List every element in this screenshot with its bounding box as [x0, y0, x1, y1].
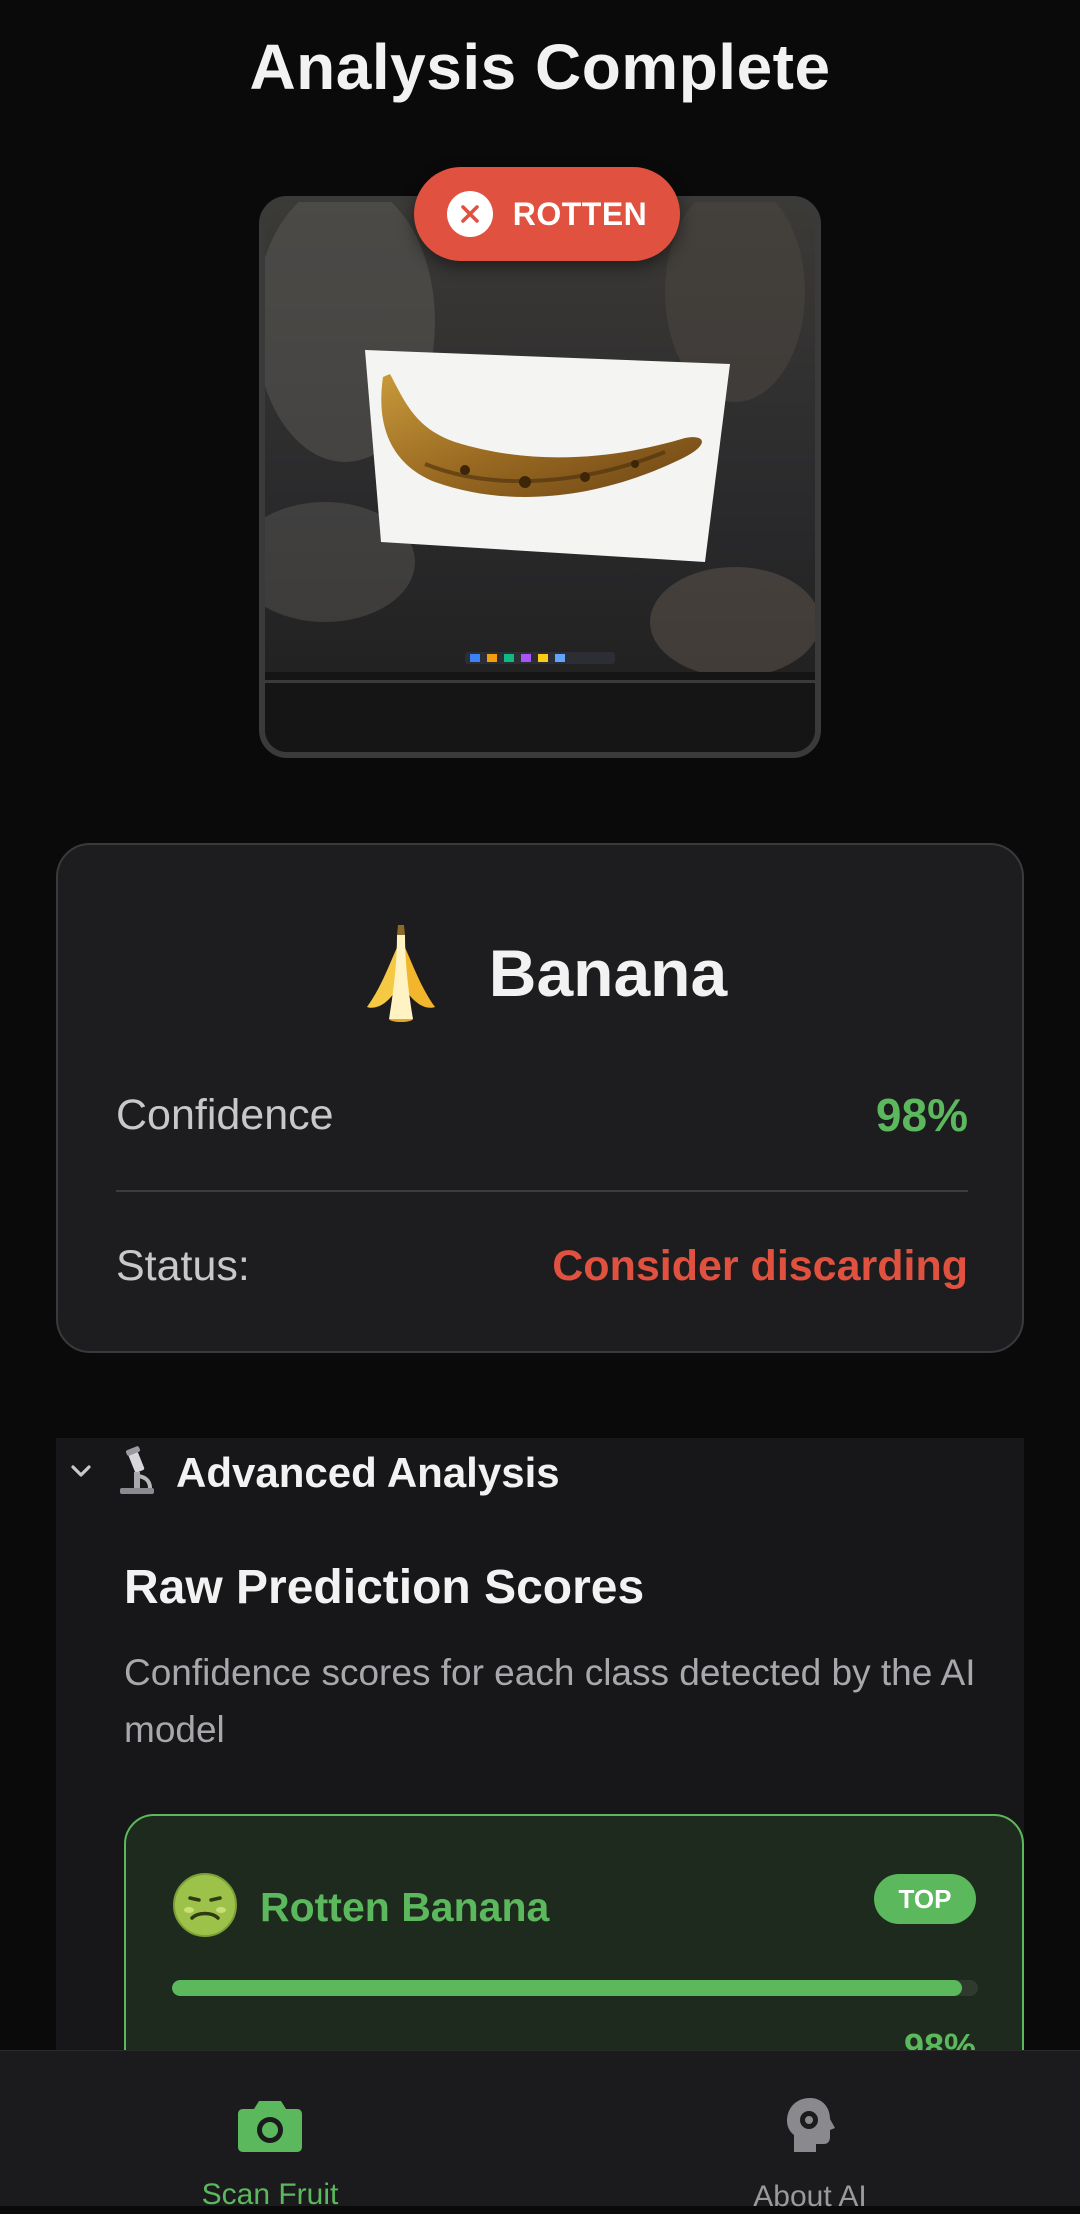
- score-progress-fill: [172, 1980, 962, 1996]
- raw-scores-description: Confidence scores for each class detecte…: [124, 1652, 976, 1750]
- result-card: Banana Confidence 98% Status: Consider d…: [56, 843, 1024, 1353]
- nauseated-face-icon: [172, 1872, 238, 1943]
- microscope-icon: [114, 1445, 158, 1501]
- fruit-name: Banana: [488, 935, 728, 1010]
- score-card-header: Rotten Banana: [172, 1872, 549, 1943]
- top-badge: TOP: [874, 1874, 976, 1924]
- nav-label-about-ai: About AI: [753, 2180, 867, 2213]
- ai-head-icon: [782, 2095, 838, 2160]
- nav-label-scan-fruit: Scan Fruit: [201, 2178, 339, 2211]
- status-label: Status:: [116, 1242, 250, 1290]
- bottom-navigation: Scan Fruit About AI: [0, 2050, 1080, 2213]
- confidence-label: Confidence: [116, 1090, 334, 1139]
- close-icon: [446, 191, 493, 237]
- raw-scores-title: Raw Prediction Scores: [124, 1561, 645, 1614]
- advanced-analysis-toggle[interactable]: Advanced Analysis: [56, 1438, 560, 1508]
- nav-about-ai[interactable]: About AI: [540, 2051, 1080, 2213]
- status-row: Status: Consider discarding: [116, 1242, 968, 1291]
- rotten-status-badge: ROTTEN: [414, 167, 680, 261]
- page-title: Analysis Complete: [249, 31, 831, 103]
- nav-scan-fruit[interactable]: Scan Fruit: [0, 2051, 540, 2211]
- advanced-analysis-panel: Advanced Analysis Raw Prediction Scores …: [56, 1438, 1024, 2114]
- status-value: Consider discarding: [552, 1242, 968, 1290]
- card-divider: [116, 1190, 968, 1192]
- chevron-down-icon: [66, 1456, 96, 1491]
- camera-icon: [237, 2095, 303, 2158]
- score-progress-track: [172, 1980, 978, 1996]
- score-class-label: Rotten Banana: [260, 1884, 550, 1930]
- analyzed-photo: [259, 196, 821, 758]
- fruit-heading: Banana: [58, 915, 1022, 1030]
- confidence-value: 98%: [875, 1089, 968, 1141]
- photo-image: [265, 202, 815, 752]
- banana-emoji: [353, 915, 449, 1030]
- confidence-row: Confidence 98%: [116, 1088, 968, 1142]
- advanced-analysis-title: Advanced Analysis: [176, 1449, 560, 1496]
- status-badge-label: ROTTEN: [512, 195, 648, 232]
